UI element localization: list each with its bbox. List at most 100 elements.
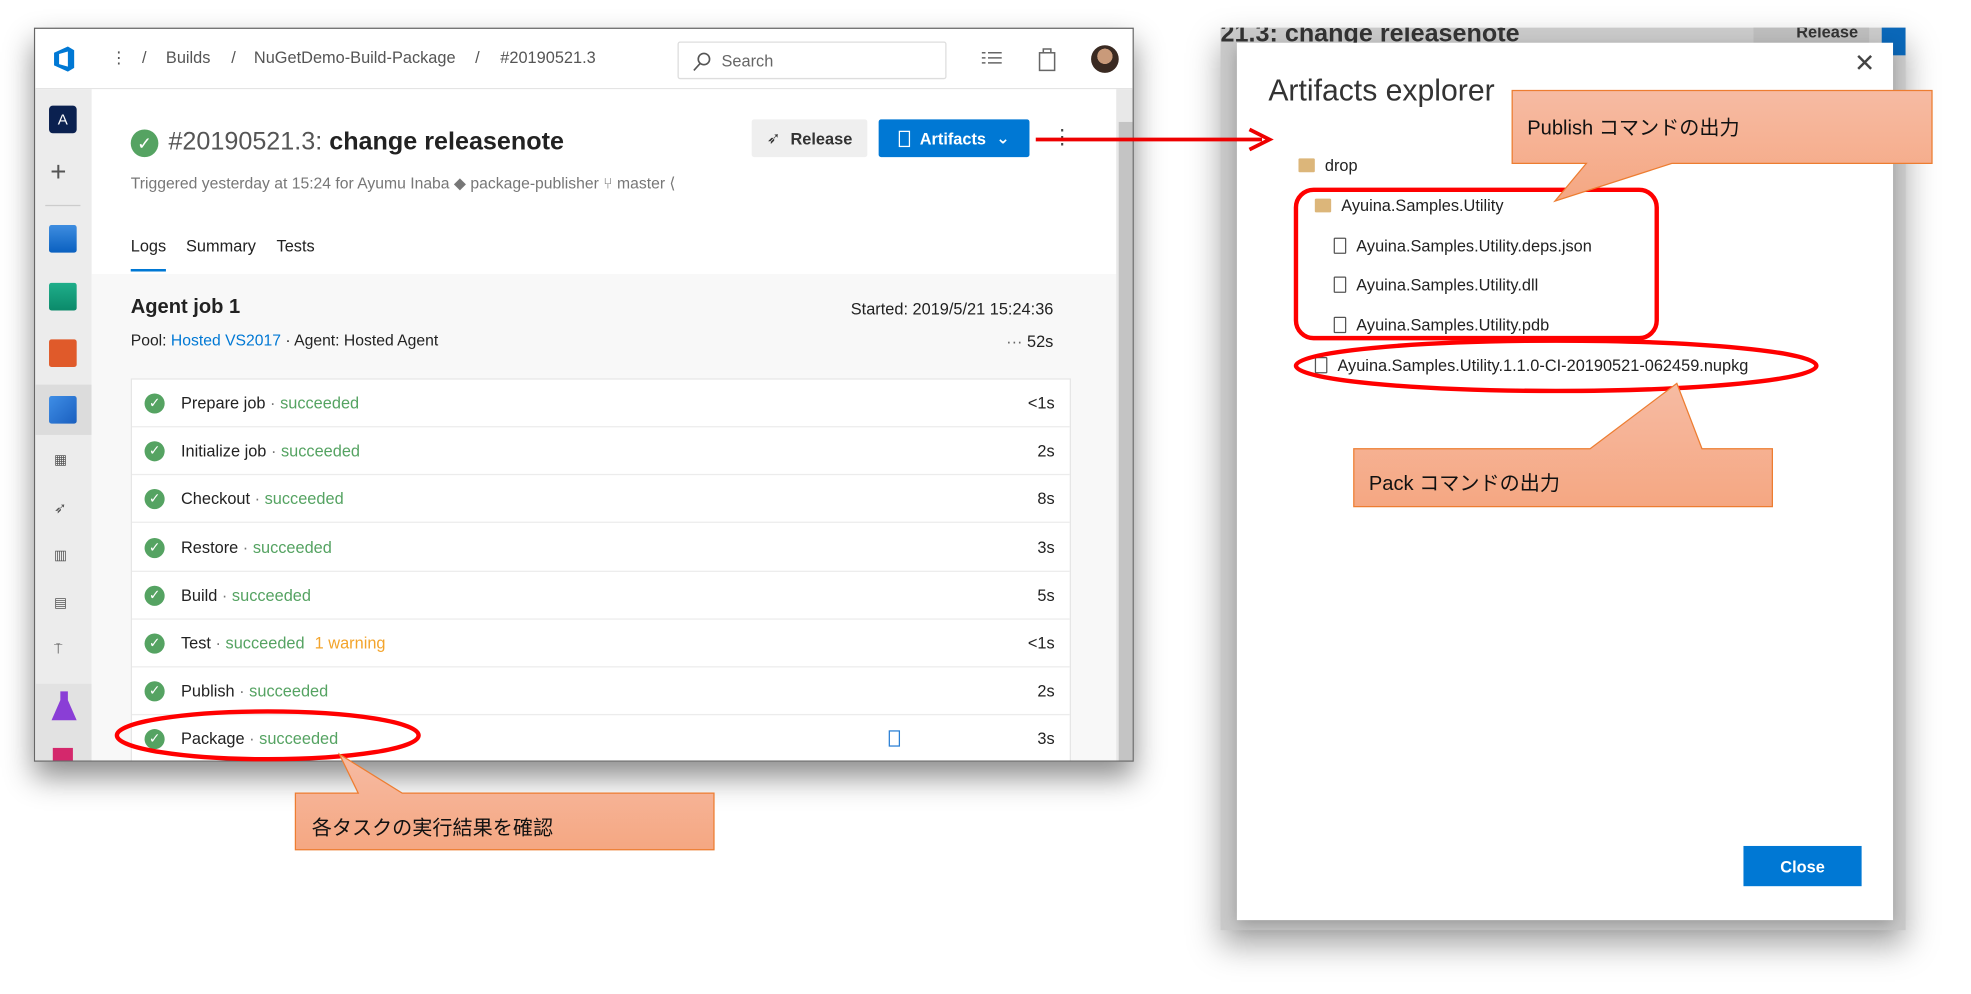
divider: [45, 204, 81, 207]
step-row[interactable]: ✓ Publish · succeeded 2s: [131, 668, 1070, 716]
breadcrumb-builds[interactable]: Builds: [166, 48, 211, 67]
page-title: #20190521.3: change releasenote: [168, 128, 564, 157]
step-label: Prepare job · succeeded: [181, 393, 359, 412]
step-row[interactable]: ✓ Checkout · succeeded 8s: [131, 476, 1070, 524]
step-status: succeeded: [249, 681, 329, 701]
step-status: succeeded: [252, 537, 332, 557]
tree-item[interactable]: Ayuina.Samples.Utility.dll: [1333, 275, 1539, 295]
separator-dot: ·: [249, 729, 255, 749]
dialog-title: Artifacts explorer: [1268, 74, 1495, 109]
scrollbar-thumb[interactable]: [1118, 121, 1133, 761]
search-icon: [693, 52, 711, 71]
job-duration: ··· 52s: [1006, 332, 1053, 351]
tree-item[interactable]: Ayuina.Samples.Utility.pdb: [1333, 316, 1549, 334]
scrollbar[interactable]: [1116, 89, 1133, 761]
tree-item[interactable]: Ayuina.Samples.Utility.deps.json: [1333, 236, 1592, 256]
org-badge[interactable]: A: [49, 105, 77, 134]
build-title: change releasenote: [329, 128, 564, 156]
tree-item-name: drop: [1324, 155, 1358, 175]
branch-name[interactable]: master: [617, 175, 665, 193]
steps-list: ✓ Prepare job · succeeded <1s ✓ Initializ…: [130, 378, 1071, 761]
job-duration-value: 52s: [1027, 331, 1054, 351]
tab-logs[interactable]: Logs: [131, 236, 166, 255]
success-check-icon: ✓: [144, 681, 165, 702]
search-placeholder: Search: [721, 51, 774, 71]
step-duration: 5s: [1037, 585, 1055, 605]
deployment-groups-icon[interactable]: ⍑: [54, 642, 62, 658]
step-warning[interactable]: 1 warning: [315, 634, 386, 653]
tab-logs-underline: [130, 268, 166, 272]
build-content: ✓ #20190521.3: change releasenote ➶ Relea…: [91, 89, 1117, 761]
step-name: Initialize job: [181, 441, 267, 461]
repo-name[interactable]: package-publisher: [470, 175, 598, 193]
step-label: Checkout · succeeded: [181, 489, 344, 508]
trigger-info: Triggered yesterday at 15:24 for Ayumu I…: [131, 173, 676, 193]
releases-rocket-icon[interactable]: ➶: [54, 499, 67, 517]
breadcrumb-run[interactable]: #20190521.3: [500, 48, 595, 67]
dimmed-release-button: Release: [1753, 27, 1870, 43]
chevron-down-icon: ⌄: [996, 128, 1010, 148]
file-icon: [1333, 316, 1347, 334]
success-check-icon: ✓: [144, 393, 165, 414]
breadcrumb-sep: /: [475, 47, 480, 67]
tree-item[interactable]: drop: [1298, 155, 1358, 175]
step-status: succeeded: [259, 729, 339, 749]
pool-link[interactable]: Hosted VS2017: [171, 332, 281, 350]
tab-tests[interactable]: Tests: [277, 236, 315, 255]
more-actions-icon[interactable]: ⋮: [1052, 124, 1072, 149]
shopping-bag-icon[interactable]: [1038, 47, 1056, 72]
step-label: Build · succeeded: [181, 586, 311, 605]
separator-dot: ·: [221, 585, 228, 605]
step-row[interactable]: ✓ Restore · succeeded 3s: [131, 524, 1070, 572]
artifacts-explorer-dialog: Artifacts explorer ✕ drop Ayuina.Samples.…: [1236, 42, 1894, 921]
more-icon[interactable]: ⋮: [111, 48, 127, 68]
branch-icon: ⑂: [603, 174, 613, 193]
avatar[interactable]: [1091, 45, 1119, 73]
step-label: Initialize job · succeeded: [181, 441, 360, 460]
step-duration: 2s: [1037, 681, 1055, 701]
build-window: ⋮ / Builds / NuGetDemo-Build-Package / #…: [33, 27, 1134, 762]
library-icon[interactable]: ▥: [54, 547, 67, 563]
tree-item-name: Ayuina.Samples.Utility.deps.json: [1356, 236, 1592, 256]
close-icon[interactable]: ✕: [1854, 48, 1875, 79]
rocket-icon: ➶: [766, 128, 781, 148]
step-row[interactable]: ✓ Test · succeeded 1 warning <1s: [131, 620, 1070, 668]
repos-icon[interactable]: [49, 339, 77, 368]
step-name: Prepare job: [181, 393, 266, 413]
pack-callout-text: Pack コマンドの出力: [1368, 473, 1560, 496]
step-status: succeeded: [264, 489, 344, 509]
top-bar: ⋮ / Builds / NuGetDemo-Build-Package / #…: [35, 28, 1133, 90]
builds-icon[interactable]: ▦: [54, 451, 67, 468]
tree-item-name: Ayuina.Samples.Utility.dll: [1356, 275, 1539, 295]
add-icon[interactable]: +: [50, 158, 66, 186]
close-button[interactable]: Close: [1743, 845, 1862, 887]
step-row[interactable]: ✓ Build · succeeded 5s: [131, 572, 1070, 620]
artifacts-button[interactable]: Artifacts ⌄: [878, 119, 1030, 158]
tree-item[interactable]: Ayuina.Samples.Utility.1.1.0-CI-20190521…: [1314, 356, 1748, 375]
release-button[interactable]: ➶ Release: [751, 119, 868, 158]
step-name: Test: [181, 633, 211, 653]
breadcrumb-pipeline[interactable]: NuGetDemo-Build-Package: [254, 48, 456, 67]
separator-dot: ·: [270, 441, 277, 461]
boards-icon[interactable]: [49, 282, 77, 311]
tree-item[interactable]: Ayuina.Samples.Utility: [1314, 196, 1503, 215]
test-plans-flask-icon[interactable]: [50, 690, 78, 723]
step-row[interactable]: ✓ Prepare job · succeeded <1s: [131, 380, 1070, 428]
azure-devops-logo-icon[interactable]: [50, 45, 78, 73]
step-duration: <1s: [1027, 393, 1055, 413]
pipelines-icon[interactable]: [49, 395, 77, 424]
search-input[interactable]: Search: [677, 41, 947, 80]
tab-summary[interactable]: Summary: [186, 236, 256, 255]
list-icon[interactable]: [981, 50, 1002, 68]
task-groups-icon[interactable]: ▤: [54, 595, 67, 611]
success-check-icon: ✓: [144, 633, 165, 654]
step-duration: 2s: [1037, 441, 1055, 461]
success-check-icon: ✓: [144, 585, 165, 606]
step-row[interactable]: ✓ Initialize job · succeeded 2s: [131, 428, 1070, 476]
artifact-icon[interactable]: [888, 730, 901, 748]
job-started: Started: 2019/5/21 15:24:36: [850, 299, 1054, 319]
overview-icon[interactable]: [49, 225, 77, 253]
step-row[interactable]: ✓ Package · succeeded 3s: [132, 716, 1070, 761]
artifacts-nav-icon[interactable]: [52, 747, 73, 761]
separator-dot: ·: [270, 393, 276, 413]
